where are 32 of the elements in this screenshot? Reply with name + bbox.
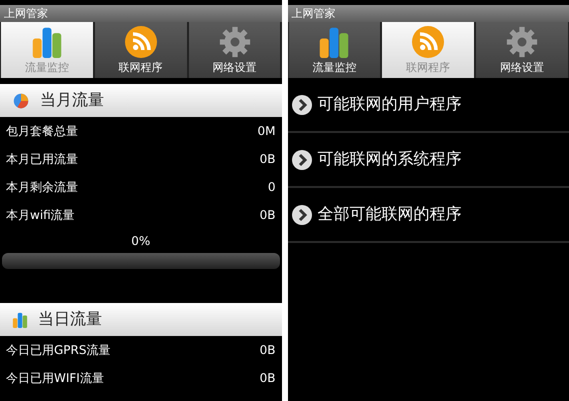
gear-icon: [506, 26, 538, 58]
rss-icon: [412, 26, 444, 58]
tab[interactable]: 网络设置: [188, 22, 280, 78]
percent-text: 0%: [130, 233, 152, 250]
rss-icon: [124, 26, 157, 58]
row-value: 0B: [260, 371, 276, 385]
bar-chart-icon: [30, 26, 63, 58]
row-value: 0B: [260, 208, 276, 222]
section-title: 当月流量: [40, 90, 104, 111]
row-value: 0B: [260, 152, 276, 166]
app-title: 上网管家: [0, 5, 282, 22]
tab[interactable]: 网络设置: [476, 22, 568, 78]
chevron-icon: [292, 94, 312, 114]
gear-icon: [218, 26, 251, 58]
pie-chart-icon: [12, 92, 30, 110]
app-title: 上网管家: [288, 5, 569, 22]
row-label: 今日已用GPRS流量: [6, 342, 110, 358]
row-label: 本月wifi流量: [6, 206, 75, 224]
row-label: 本月已用流量: [6, 150, 78, 168]
row-value: 0B: [260, 343, 276, 357]
tab[interactable]: 联网程序: [94, 22, 187, 78]
chevron-icon: [292, 150, 312, 170]
chevron-icon: [292, 204, 312, 224]
row-label: 本月剩余流量: [6, 178, 78, 196]
row-value: 0: [268, 180, 276, 194]
row-label: 今日已用WIFI流量: [6, 370, 104, 386]
bar-chart-icon: [318, 26, 350, 58]
row-label: 包月套餐总量: [6, 122, 78, 140]
section-title: 当日流量: [38, 309, 102, 330]
row-value: 0M: [258, 124, 276, 138]
bar-chart-icon: [12, 312, 28, 328]
tab[interactable]: 流量监控: [288, 22, 380, 78]
